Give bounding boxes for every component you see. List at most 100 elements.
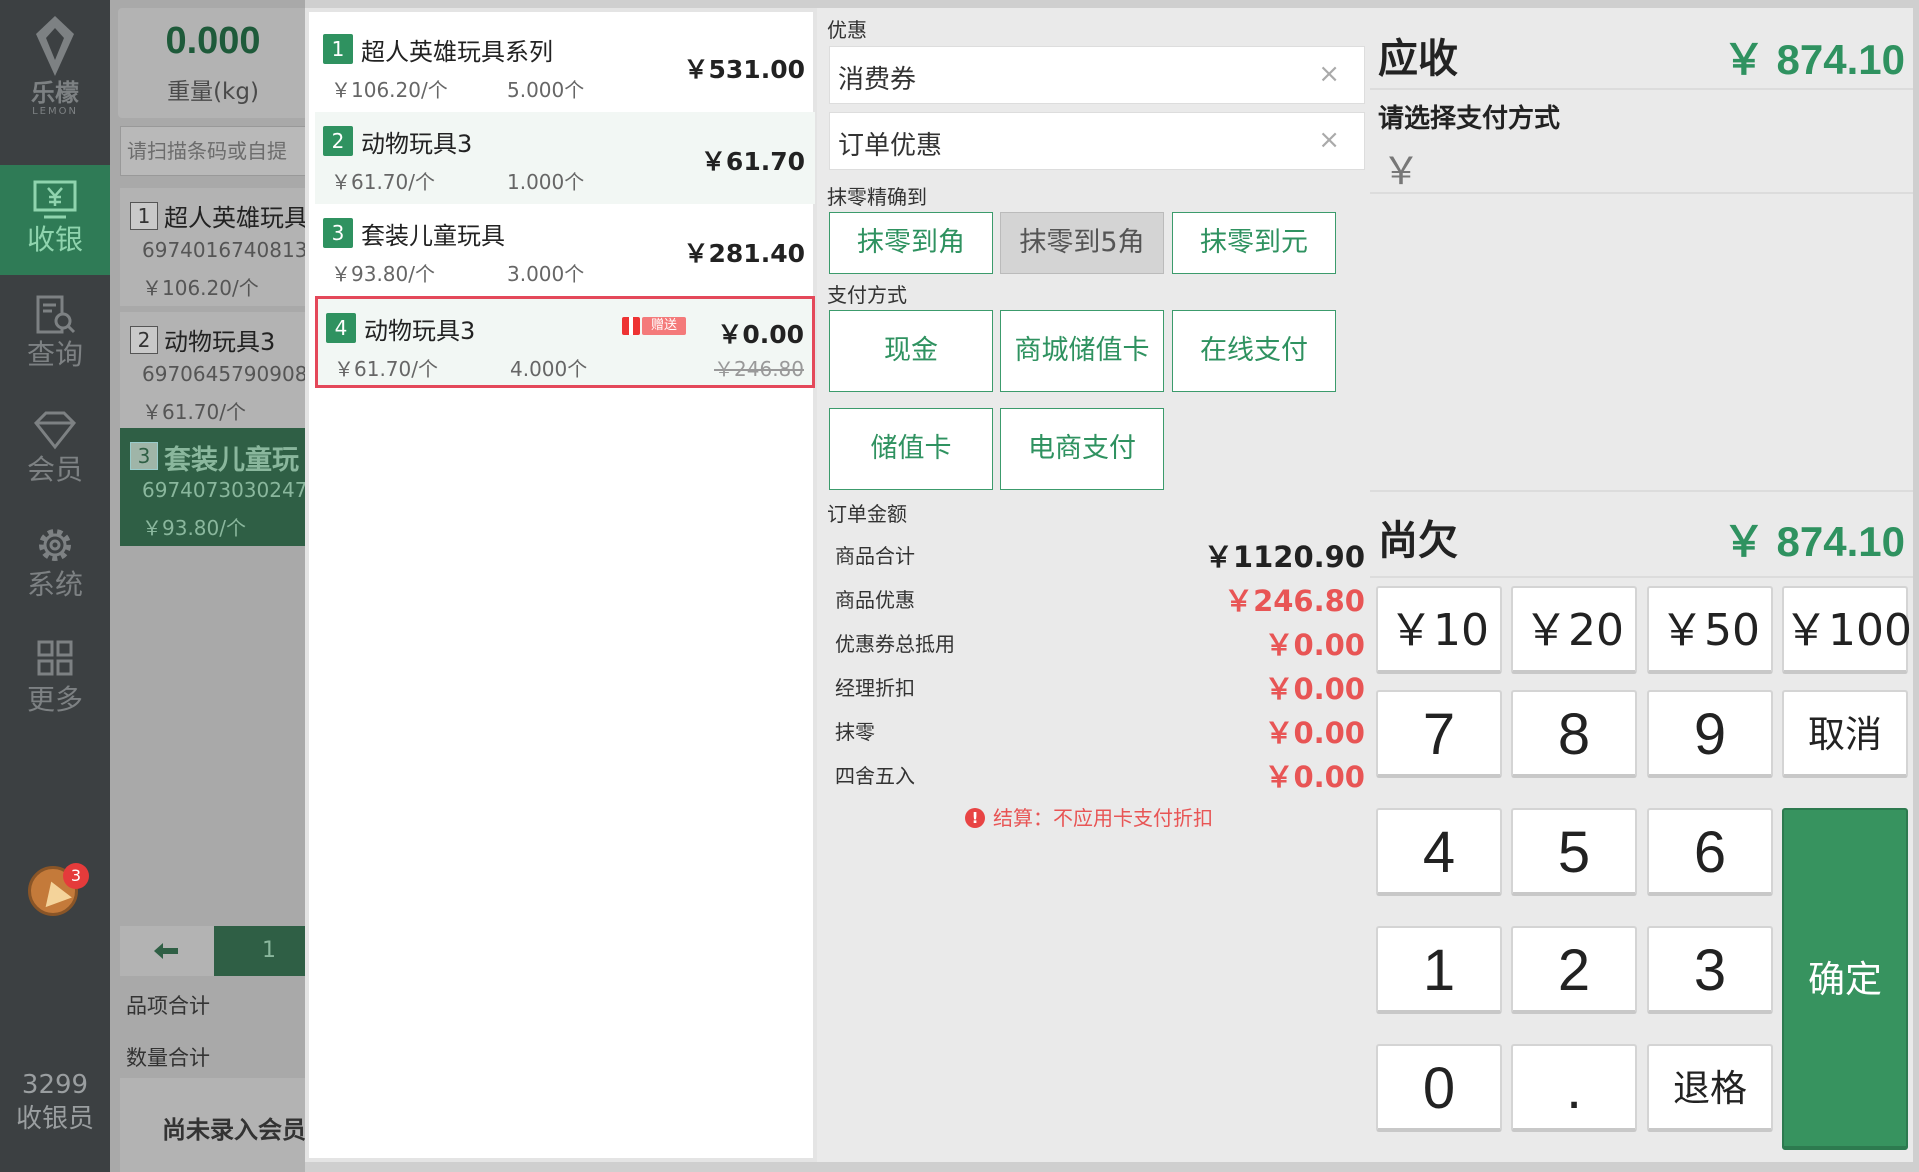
lemon-logo-icon bbox=[36, 16, 74, 76]
order-discount-field[interactable]: 订单优惠 × bbox=[829, 112, 1365, 170]
order-item[interactable]: 2 动物玩具3 ￥61.70/个 1.000个 ￥61.70 bbox=[315, 112, 815, 204]
diamond-icon bbox=[33, 411, 77, 450]
item-number: 2 bbox=[323, 126, 353, 156]
item-original-price: ￥246.80 bbox=[714, 357, 804, 381]
digit-6-key[interactable]: 6 bbox=[1647, 808, 1773, 896]
order-item-highlighted[interactable]: 4 动物玩具3 赠送 ￥61.70/个 4.000个 ￥0.00 ￥246.80 bbox=[315, 296, 815, 388]
receivable-value: ￥ 874.10 bbox=[1722, 36, 1905, 83]
pay-ecommerce-button[interactable]: 电商支付 bbox=[1000, 408, 1164, 490]
digit-3-key[interactable]: 3 bbox=[1647, 926, 1773, 1014]
nav-label: 会员 bbox=[26, 453, 83, 486]
nav-item-member[interactable]: 会员 bbox=[0, 395, 110, 505]
checkout-dialog: 1 超人英雄玩具系列 ￥106.20/个 5.000个 ￥531.00 2 动物… bbox=[305, 8, 1913, 1162]
order-item[interactable]: 1 超人英雄玩具系列 ￥106.20/个 5.000个 ￥531.00 bbox=[315, 20, 815, 112]
divider bbox=[1370, 88, 1913, 90]
item-total: ￥531.00 bbox=[683, 55, 805, 84]
item-quantity: 5.000个 bbox=[507, 78, 585, 102]
payment-method-section-label: 支付方式 bbox=[827, 283, 907, 307]
digit-4-key[interactable]: 4 bbox=[1376, 808, 1502, 896]
amount-row-round-half: 四舍五入 ￥0.00 bbox=[835, 752, 1365, 794]
coupon-field[interactable]: 消费券 × bbox=[829, 46, 1365, 104]
warning-icon: ! bbox=[965, 808, 985, 828]
gift-badge: 赠送 bbox=[622, 313, 686, 337]
order-discount-label: 订单优惠 bbox=[838, 131, 943, 161]
order-item[interactable]: 3 套装儿童玩具 ￥93.80/个 3.000个 ￥281.40 bbox=[315, 204, 815, 296]
member-status[interactable]: 尚未录入会员 bbox=[120, 1078, 305, 1172]
cart-row[interactable]: 1 超人英雄玩具 6974016740813 ￥106.20/个 bbox=[120, 188, 305, 306]
quick-amount-20-button[interactable]: ￥20 bbox=[1511, 586, 1637, 674]
quick-amount-100-button[interactable]: ￥100 bbox=[1782, 586, 1912, 674]
cart-row-number: 1 bbox=[130, 202, 158, 230]
decimal-point-key[interactable]: . bbox=[1511, 1044, 1637, 1132]
digit-2-key[interactable]: 2 bbox=[1511, 926, 1637, 1014]
item-unit-price: ￥61.70/个 bbox=[334, 357, 438, 381]
cart-row-price: ￥61.70/个 bbox=[142, 400, 246, 424]
cancel-button[interactable]: 取消 bbox=[1782, 690, 1908, 778]
digit-8-key[interactable]: 8 bbox=[1511, 690, 1637, 778]
item-quantity: 4.000个 bbox=[510, 357, 588, 381]
gift-label: 赠送 bbox=[642, 317, 686, 335]
amount-row-manager-discount: 经理折扣 ￥0.00 bbox=[835, 664, 1365, 706]
digit-7-key[interactable]: 7 bbox=[1376, 690, 1502, 778]
notification-avatar[interactable]: 3 bbox=[28, 863, 89, 916]
nav-item-query[interactable]: 查询 bbox=[0, 280, 110, 390]
digit-9-key[interactable]: 9 bbox=[1647, 690, 1773, 778]
item-number: 4 bbox=[326, 313, 356, 343]
nav-item-cashier[interactable]: 收银 bbox=[0, 165, 110, 275]
divider bbox=[1370, 490, 1913, 492]
item-name: 套装儿童玩具 bbox=[361, 222, 505, 250]
quick-amount-10-button[interactable]: ￥10 bbox=[1376, 586, 1502, 674]
scale-unit: 重量(kg) bbox=[167, 79, 259, 105]
cart-row-barcode: 6970645790908 bbox=[142, 362, 305, 386]
pay-online-button[interactable]: 在线支付 bbox=[1172, 310, 1336, 392]
round-to-yuan-button[interactable]: 抹零到元 bbox=[1172, 212, 1336, 274]
logo-subtext: LEMON bbox=[32, 106, 78, 117]
receivable-label: 应收 bbox=[1378, 36, 1458, 82]
cart-row-selected[interactable]: 3 套装儿童玩 6974073030247 ￥93.80/个 bbox=[120, 428, 305, 546]
amount-input[interactable]: ￥ bbox=[1382, 140, 1420, 195]
amount-value: ￥0.00 bbox=[1264, 760, 1365, 794]
clear-coupon-icon[interactable]: × bbox=[1318, 59, 1340, 89]
amount-label: 经理折扣 bbox=[835, 676, 915, 700]
pay-mall-card-button[interactable]: 商城储值卡 bbox=[1000, 310, 1164, 392]
pay-stored-value-card-button[interactable]: 储值卡 bbox=[829, 408, 993, 490]
nav-label: 更多 bbox=[26, 683, 83, 716]
page-number[interactable]: 1 bbox=[214, 926, 305, 976]
cashier-id: 3299 bbox=[21, 1070, 89, 1100]
digit-1-key[interactable]: 1 bbox=[1376, 926, 1502, 1014]
nav-label: 系统 bbox=[26, 568, 83, 601]
backspace-button[interactable]: 退格 bbox=[1647, 1044, 1773, 1132]
back-page-button[interactable] bbox=[120, 926, 214, 976]
arrow-left-icon bbox=[154, 943, 178, 959]
amount-value: ￥1120.90 bbox=[1203, 540, 1365, 574]
amount-row-coupon: 优惠券总抵用 ￥0.00 bbox=[835, 620, 1365, 662]
amount-label: 商品合计 bbox=[835, 544, 915, 568]
scan-input[interactable]: 请扫描条码或自提 bbox=[120, 126, 305, 176]
digit-5-key[interactable]: 5 bbox=[1511, 808, 1637, 896]
clear-order-discount-icon[interactable]: × bbox=[1318, 125, 1340, 155]
item-name: 动物玩具3 bbox=[361, 130, 473, 158]
amount-value: ￥0.00 bbox=[1264, 628, 1365, 662]
digit-0-key[interactable]: 0 bbox=[1376, 1044, 1502, 1132]
nav-item-system[interactable]: 系统 bbox=[0, 510, 110, 620]
nav-item-more[interactable]: 更多 bbox=[0, 625, 110, 735]
cart-row-price: ￥93.80/个 bbox=[142, 516, 246, 540]
cashier-info: 3299 收银员 bbox=[0, 1068, 110, 1136]
cart-row[interactable]: 2 动物玩具3 6970645790908 ￥61.70/个 bbox=[120, 312, 305, 430]
amount-value: ￥0.00 bbox=[1264, 672, 1365, 706]
round-to-jiao-button[interactable]: 抹零到角 bbox=[829, 212, 993, 274]
qty-total-label: 数量合计 bbox=[126, 1046, 210, 1070]
sidebar-nav: 乐檬 LEMON 收银 查询 会员 系统 更多 3 3299 收银员 bbox=[0, 0, 110, 1172]
round-to-half-yuan-button[interactable]: 抹零到5角 bbox=[1000, 212, 1164, 274]
quick-amount-50-button[interactable]: ￥50 bbox=[1647, 586, 1773, 674]
gear-icon bbox=[39, 529, 71, 561]
cart-row-name: 动物玩具3 bbox=[164, 328, 276, 356]
cart-row-number: 3 bbox=[130, 442, 158, 470]
confirm-button[interactable]: 确定 bbox=[1782, 808, 1908, 1150]
item-total: ￥61.70 bbox=[700, 147, 805, 176]
grid-icon bbox=[37, 640, 73, 676]
search-doc-icon bbox=[36, 295, 76, 334]
cart-row-price: ￥106.20/个 bbox=[142, 276, 259, 300]
pay-cash-button[interactable]: 现金 bbox=[829, 310, 993, 392]
item-number: 1 bbox=[323, 34, 353, 64]
